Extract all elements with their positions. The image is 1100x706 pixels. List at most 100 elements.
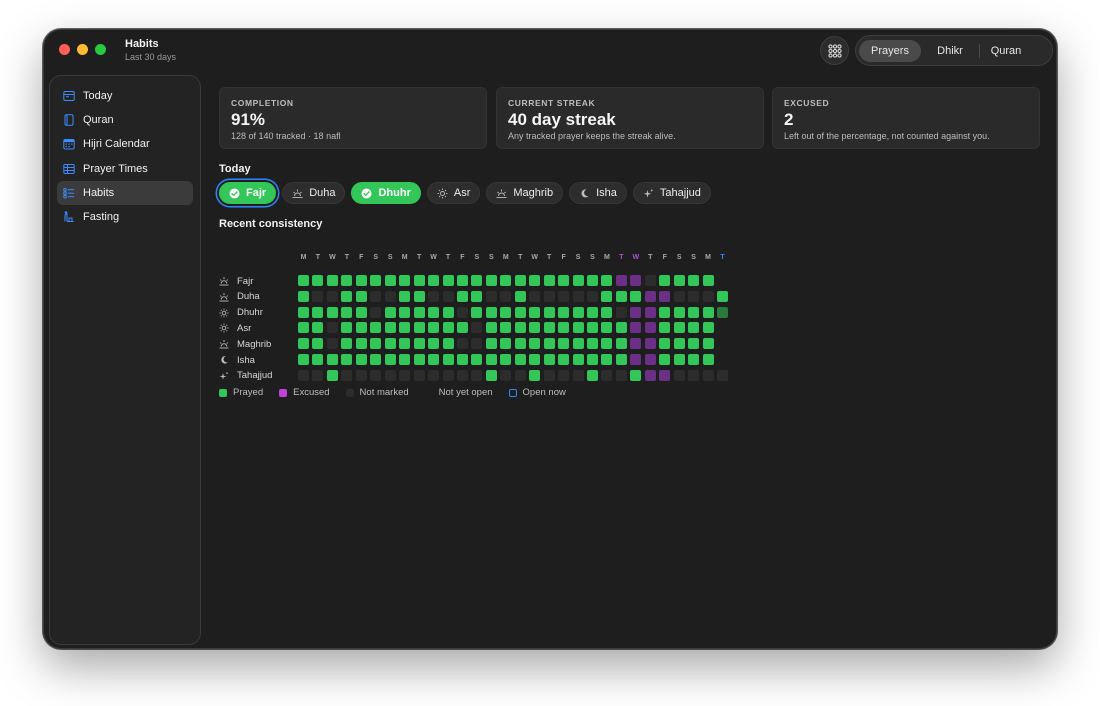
zoom-window-button[interactable] [95, 44, 106, 55]
heatmap-cell[interactable] [529, 369, 541, 381]
heatmap-cell[interactable] [514, 354, 526, 365]
heatmap-cell[interactable] [615, 275, 627, 286]
heatmap-cell[interactable] [644, 369, 656, 381]
heatmap-cell[interactable] [442, 369, 454, 381]
heatmap-cell[interactable] [341, 290, 353, 302]
heatmap-cell[interactable] [384, 275, 396, 286]
heatmap-cell[interactable] [558, 322, 570, 334]
heatmap-cell[interactable] [673, 322, 685, 334]
heatmap-cell[interactable] [500, 322, 512, 334]
heatmap-cell[interactable] [615, 290, 627, 302]
heatmap-cell[interactable] [485, 306, 497, 318]
heatmap-cell[interactable] [428, 354, 440, 365]
heatmap-cell[interactable] [572, 275, 584, 286]
heatmap-cell[interactable] [355, 354, 367, 365]
heatmap-cell[interactable] [500, 338, 512, 350]
heatmap-cell[interactable] [312, 290, 324, 302]
heatmap-cell[interactable] [413, 369, 425, 381]
heatmap-cell[interactable] [558, 290, 570, 302]
heatmap-cell[interactable] [456, 306, 468, 318]
heatmap-cell[interactable] [312, 338, 324, 350]
heatmap-cell[interactable] [413, 354, 425, 365]
heatmap-cell[interactable] [341, 275, 353, 286]
heatmap-cell[interactable] [587, 354, 598, 365]
heatmap-cell[interactable] [341, 338, 353, 350]
heatmap-cell[interactable] [529, 306, 541, 318]
heatmap-cell[interactable] [500, 354, 512, 365]
heatmap-cell[interactable] [442, 338, 454, 350]
heatmap-cell[interactable] [456, 322, 468, 334]
heatmap-cell[interactable] [630, 338, 642, 350]
heatmap-cell[interactable] [688, 322, 700, 334]
heatmap-cell[interactable] [688, 275, 700, 286]
heatmap-cell[interactable] [673, 275, 685, 286]
heatmap-cell[interactable] [399, 306, 411, 318]
heatmap-cell[interactable] [702, 338, 714, 350]
chip-dhuhr[interactable]: Dhuhr [351, 182, 421, 204]
chip-isha[interactable]: Isha [569, 182, 627, 204]
heatmap-cell[interactable] [312, 275, 324, 286]
heatmap-cell[interactable] [413, 290, 425, 302]
chip-asr[interactable]: Asr [426, 182, 481, 204]
heatmap-cell[interactable] [673, 369, 685, 381]
heatmap-cell[interactable] [644, 306, 656, 318]
heatmap-cell[interactable] [688, 306, 700, 318]
heatmap-cell[interactable] [601, 306, 613, 318]
heatmap-cell[interactable] [500, 369, 512, 381]
heatmap-cell[interactable] [644, 290, 656, 302]
heatmap-cell[interactable] [587, 338, 598, 350]
heatmap-cell[interactable] [543, 306, 555, 318]
heatmap-cell[interactable] [500, 306, 512, 318]
heatmap-cell[interactable] [326, 306, 338, 318]
heatmap-cell[interactable] [355, 369, 367, 381]
heatmap-cell[interactable] [298, 354, 309, 365]
heatmap-cell[interactable] [529, 354, 541, 365]
heatmap-cell[interactable] [456, 338, 468, 350]
heatmap-cell[interactable] [500, 275, 512, 286]
heatmap-cell[interactable] [456, 275, 468, 286]
heatmap-cell[interactable] [572, 322, 584, 334]
heatmap-cell[interactable] [558, 354, 570, 365]
heatmap-cell[interactable] [370, 322, 382, 334]
heatmap-cell[interactable] [326, 322, 338, 334]
heatmap-cell[interactable] [659, 306, 671, 318]
heatmap-cell[interactable] [688, 338, 700, 350]
heatmap-cell[interactable] [370, 275, 382, 286]
heatmap-cell[interactable] [514, 306, 526, 318]
heatmap-cell[interactable] [644, 275, 656, 286]
chip-maghrib[interactable]: Maghrib [486, 182, 564, 204]
heatmap-cell[interactable] [659, 275, 671, 286]
heatmap-cell[interactable] [341, 306, 353, 318]
heatmap-cell[interactable] [702, 306, 714, 318]
heatmap-cell[interactable] [326, 354, 338, 365]
heatmap-cell[interactable] [673, 338, 685, 350]
heatmap-cell[interactable] [370, 354, 382, 365]
heatmap-cell[interactable] [384, 306, 396, 318]
sidebar-item-fasting[interactable]: Fasting [57, 205, 193, 229]
heatmap-cell[interactable] [442, 275, 454, 286]
heatmap-cell[interactable] [485, 354, 497, 365]
heatmap-cell[interactable] [529, 322, 541, 334]
heatmap-cell[interactable] [442, 322, 454, 334]
heatmap-cell[interactable] [659, 290, 671, 302]
heatmap-cell[interactable] [471, 338, 483, 350]
heatmap-cell[interactable] [341, 354, 353, 365]
heatmap-cell[interactable] [717, 322, 728, 333]
chip-fajr[interactable]: Fajr [219, 182, 277, 204]
heatmap-cell[interactable] [384, 322, 396, 334]
heatmap-cell[interactable] [702, 354, 714, 365]
heatmap-cell[interactable] [471, 354, 483, 365]
heatmap-cell[interactable] [370, 369, 382, 381]
heatmap-cell[interactable] [326, 275, 338, 286]
heatmap-cell[interactable] [543, 369, 555, 381]
heatmap-cell[interactable] [298, 275, 309, 286]
heatmap-cell[interactable] [659, 354, 671, 365]
heatmap-cell[interactable] [456, 290, 468, 302]
heatmap-cell[interactable] [572, 369, 584, 381]
heatmap-cell[interactable] [312, 322, 324, 334]
heatmap-cell[interactable] [630, 369, 642, 381]
heatmap-cell[interactable] [587, 290, 598, 302]
heatmap-cell[interactable] [601, 290, 613, 302]
heatmap-cell[interactable] [471, 275, 483, 286]
heatmap-cell[interactable] [370, 338, 382, 350]
